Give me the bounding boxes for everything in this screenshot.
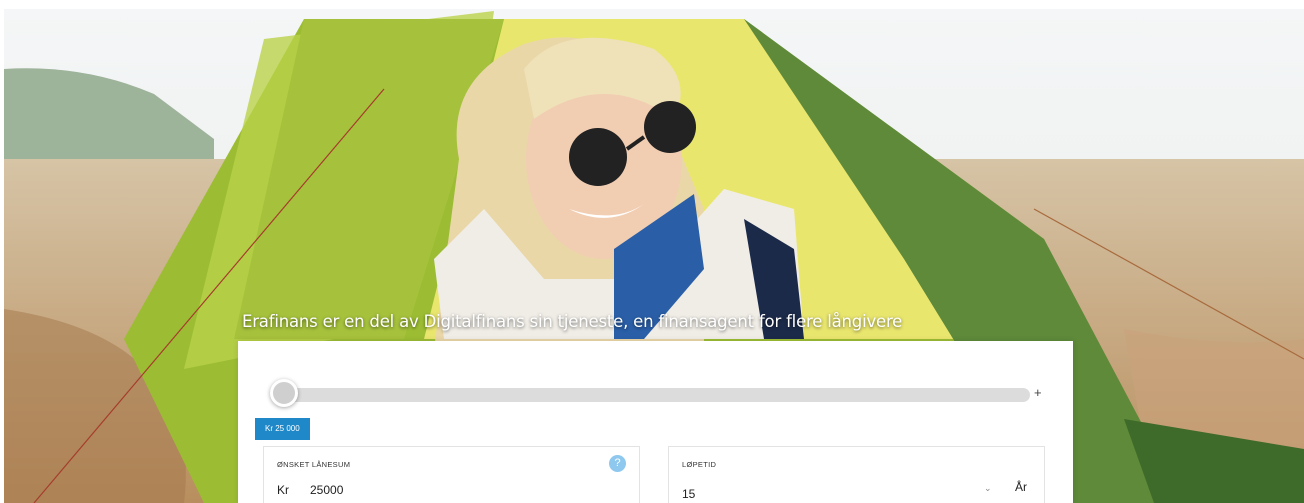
term-select-value[interactable]: 15 [682, 487, 695, 501]
loan-amount-field[interactable]: ØNSKET LÅNESUM ? Kr 25000 [263, 446, 640, 503]
hero-tagline: Erafinans er en del av Digitalfinans sin… [242, 312, 903, 331]
help-icon[interactable]: ? [609, 455, 626, 472]
slider-increase-button[interactable]: + [1034, 385, 1042, 400]
term-field[interactable]: LØPETID 15 ⌄ År [668, 446, 1045, 503]
selected-amount-badge: Kr 25 000 [255, 418, 310, 440]
loan-amount-slider-handle[interactable] [270, 379, 298, 407]
page: Erafinans er en del av Digitalfinans sin… [0, 0, 1304, 503]
loan-amount-input[interactable]: 25000 [310, 483, 343, 497]
loan-calculator-panel: + Kr 25 000 ØNSKET LÅNESUM ? Kr 25000 LØ… [238, 341, 1073, 503]
term-unit: År [1015, 480, 1027, 494]
chevron-down-icon[interactable]: ⌄ [984, 483, 992, 494]
loan-amount-label: ØNSKET LÅNESUM [277, 460, 351, 469]
loan-amount-slider-track[interactable] [288, 388, 1030, 402]
term-label: LØPETID [682, 460, 717, 469]
currency-prefix: Kr [277, 483, 289, 497]
